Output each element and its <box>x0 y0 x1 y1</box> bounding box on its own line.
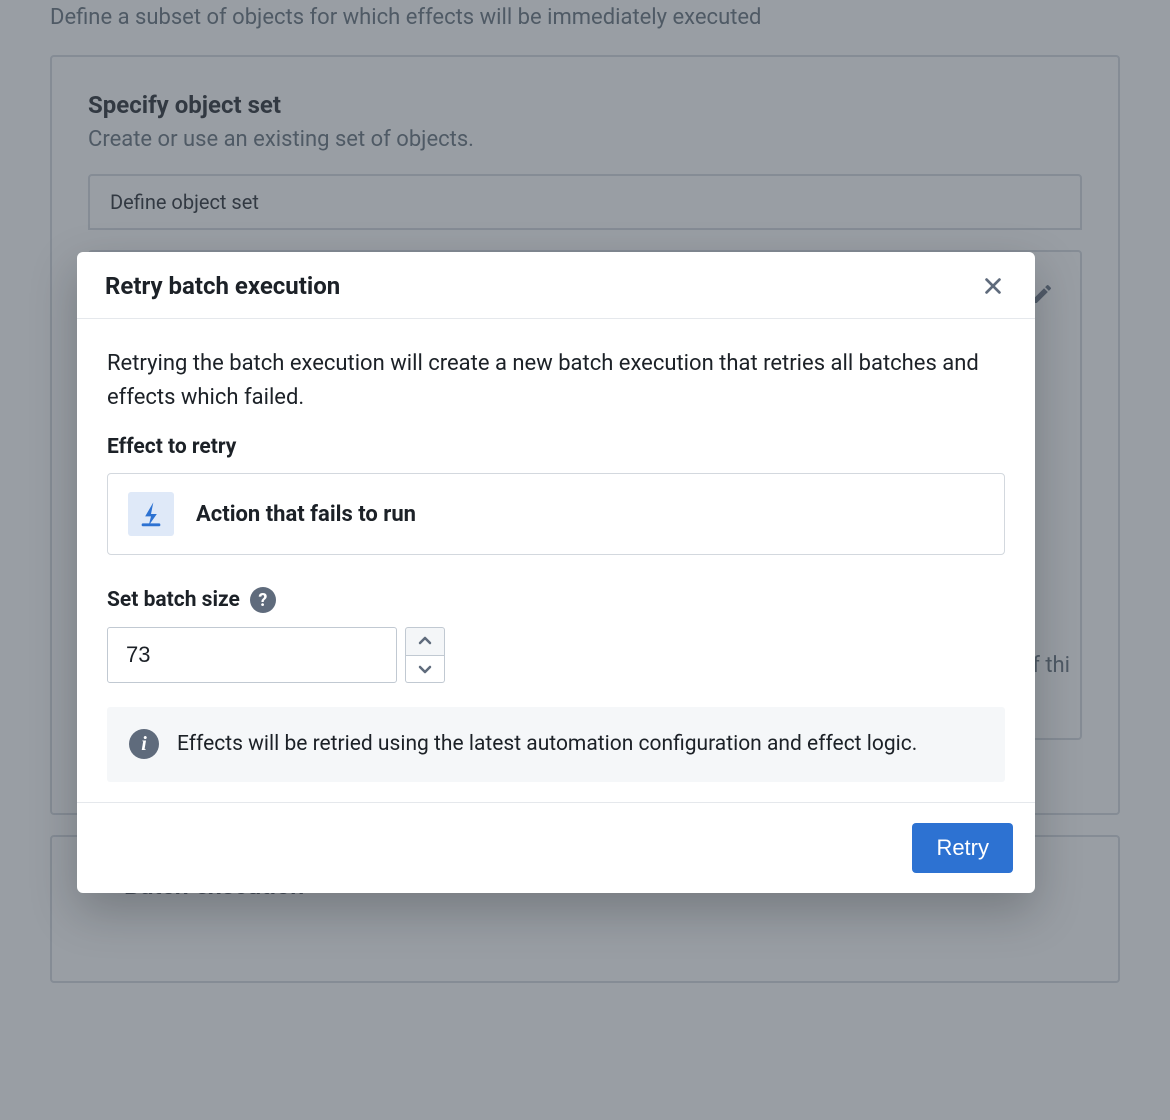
modal-title: Retry batch execution <box>105 272 340 300</box>
stepper-up-button[interactable] <box>405 627 445 656</box>
info-callout: i Effects will be retried using the late… <box>107 707 1005 782</box>
batch-size-input[interactable] <box>107 627 397 683</box>
close-icon <box>982 275 1004 297</box>
batch-size-control <box>107 627 1005 683</box>
modal-header: Retry batch execution <box>77 252 1035 319</box>
modal-footer: Retry <box>77 802 1035 893</box>
modal-description: Retrying the batch execution will create… <box>107 347 1005 415</box>
retry-button[interactable]: Retry <box>912 823 1013 873</box>
help-icon[interactable]: ? <box>250 587 276 613</box>
stepper-down-button[interactable] <box>405 656 445 684</box>
chevron-up-icon <box>417 635 433 647</box>
set-batch-size-label: Set batch size ? <box>107 587 1005 613</box>
effect-to-retry-label: Effect to retry <box>107 435 1005 459</box>
batch-size-stepper <box>405 627 445 683</box>
effect-name: Action that fails to run <box>196 502 416 527</box>
retry-batch-execution-modal: Retry batch execution Retrying the batch… <box>77 252 1035 893</box>
close-button[interactable] <box>979 272 1007 300</box>
action-icon <box>128 492 174 536</box>
modal-body: Retrying the batch execution will create… <box>77 319 1035 802</box>
effect-card: Action that fails to run <box>107 473 1005 555</box>
info-icon: i <box>129 729 159 759</box>
info-text: Effects will be retried using the latest… <box>177 727 917 762</box>
chevron-down-icon <box>417 663 433 675</box>
